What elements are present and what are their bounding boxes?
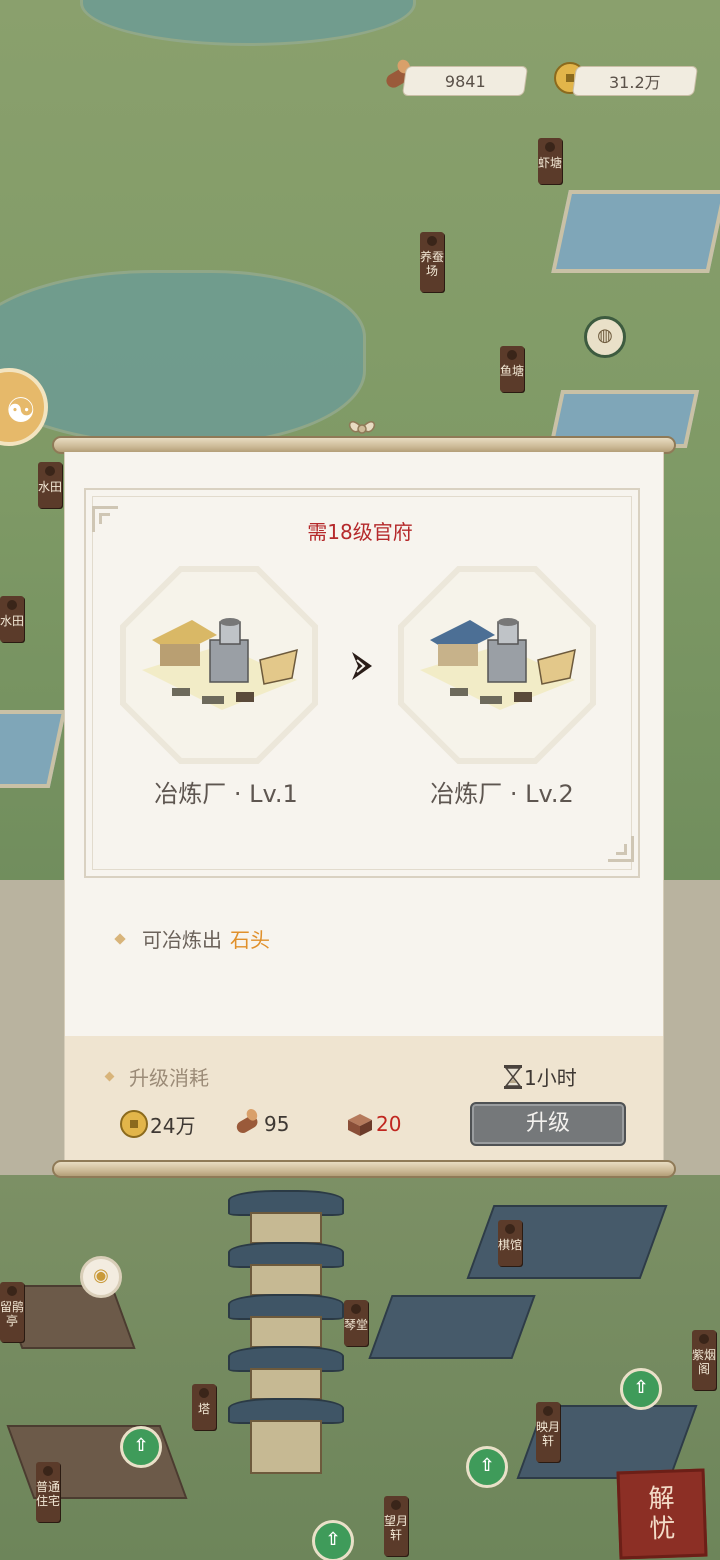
coin-amount: 31.2万 <box>609 73 661 92</box>
pagoda-body <box>250 1420 322 1474</box>
produce-info: 可冶炼出 石头 <box>114 924 270 953</box>
duration-value: 1小时 <box>524 1066 577 1090</box>
coin-counter[interactable]: 31.2万 <box>571 66 699 96</box>
smelter-lv1-image <box>142 618 298 710</box>
sign-chess-hall[interactable]: 棋馆 <box>498 1220 522 1266</box>
smelter-lv2-image <box>420 618 576 710</box>
wood-log-icon <box>236 1109 258 1133</box>
building-roof <box>368 1295 536 1359</box>
hourglass-icon <box>504 1064 522 1089</box>
upgrade-arrow-icon[interactable]: ⇧ <box>620 1368 662 1410</box>
sign-purple-smoke[interactable]: 紫烟阁 <box>692 1330 716 1390</box>
building-roof <box>6 1425 188 1499</box>
wood-amount: 9841 <box>444 71 486 91</box>
scroll-rod-bottom <box>52 1160 676 1178</box>
stamp-char: 解 <box>647 1483 675 1515</box>
cost-coins: 24万 <box>118 1108 240 1140</box>
sign-fish-pond[interactable]: 鱼塘 <box>500 346 524 392</box>
cost-wood-value: 95 <box>264 1112 290 1136</box>
upgrade-button[interactable]: 升级 <box>470 1102 626 1146</box>
produce-prefix: 可冶炼出 <box>142 928 222 952</box>
coin-bubble-icon[interactable]: ◉ <box>80 1256 122 1298</box>
upgrade-arrow-right-icon <box>352 652 372 680</box>
building-roof <box>466 1205 668 1279</box>
shrimp-pond-water <box>551 190 720 273</box>
scroll-knot-icon <box>348 421 376 434</box>
town-buildings[interactable] <box>0 1175 720 1560</box>
cost-title-label: 升级消耗 <box>129 1066 209 1090</box>
frame-corner-ornament <box>92 506 118 532</box>
bullet-icon <box>114 932 126 945</box>
sign-paddy-field[interactable]: 水田 <box>38 462 62 508</box>
sign-pavilion[interactable]: 留鹃亭 <box>0 1282 24 1342</box>
road <box>0 880 70 1180</box>
sign-shrimp-pond[interactable]: 虾塘 <box>538 138 562 184</box>
upgrade-arrow-icon[interactable]: ⇧ <box>312 1520 354 1560</box>
coin-icon <box>120 1110 148 1138</box>
cost-brick: 20 <box>344 1108 466 1140</box>
upgrade-duration: 1小时 <box>502 1062 577 1091</box>
cost-brick-value: 20 <box>376 1112 402 1136</box>
seal-stamp: 解 忧 <box>616 1468 708 1560</box>
pagoda-body <box>250 1264 322 1296</box>
bullet-icon <box>104 1071 115 1082</box>
pagoda-body <box>250 1316 322 1348</box>
cost-coins-value: 24万 <box>150 1113 196 1138</box>
sign-tower[interactable]: 塔 <box>192 1384 216 1430</box>
upgrade-arrow-icon[interactable]: ⇧ <box>466 1446 508 1488</box>
sign-paddy-field[interactable]: 水田 <box>0 596 24 642</box>
lake <box>0 270 366 446</box>
pagoda-body <box>250 1368 322 1400</box>
sign-residence[interactable]: 普通住宅 <box>36 1462 60 1522</box>
stamp-char: 忧 <box>648 1513 677 1545</box>
sign-zither-hall[interactable]: 琴堂 <box>344 1300 368 1346</box>
sack-bubble-icon[interactable]: ◍ <box>584 316 626 358</box>
brick-icon <box>348 1114 372 1136</box>
sign-silkworm-farm[interactable]: 养蚕场 <box>420 232 444 292</box>
pagoda-tower[interactable] <box>228 1190 344 1480</box>
next-level-label: 冶炼厂 · Lv.2 <box>430 780 574 808</box>
requirement-text: 需18级官府 <box>307 520 413 544</box>
produce-item: 石头 <box>230 928 270 952</box>
current-level-label: 冶炼厂 · Lv.1 <box>154 780 298 808</box>
sign-moon-pavilion[interactable]: 望月轩 <box>384 1496 408 1556</box>
cost-title: 升级消耗 <box>104 1062 209 1091</box>
cost-wood: 95 <box>232 1108 354 1140</box>
sign-reflect-moon[interactable]: 映月轩 <box>536 1402 560 1462</box>
pagoda-body <box>250 1212 322 1244</box>
side-menu-icon: ☯ <box>5 391 36 431</box>
wood-counter[interactable]: 9841 <box>401 66 529 96</box>
upgrade-arrow-icon[interactable]: ⇧ <box>120 1426 162 1468</box>
frame-corner-ornament <box>608 836 634 862</box>
